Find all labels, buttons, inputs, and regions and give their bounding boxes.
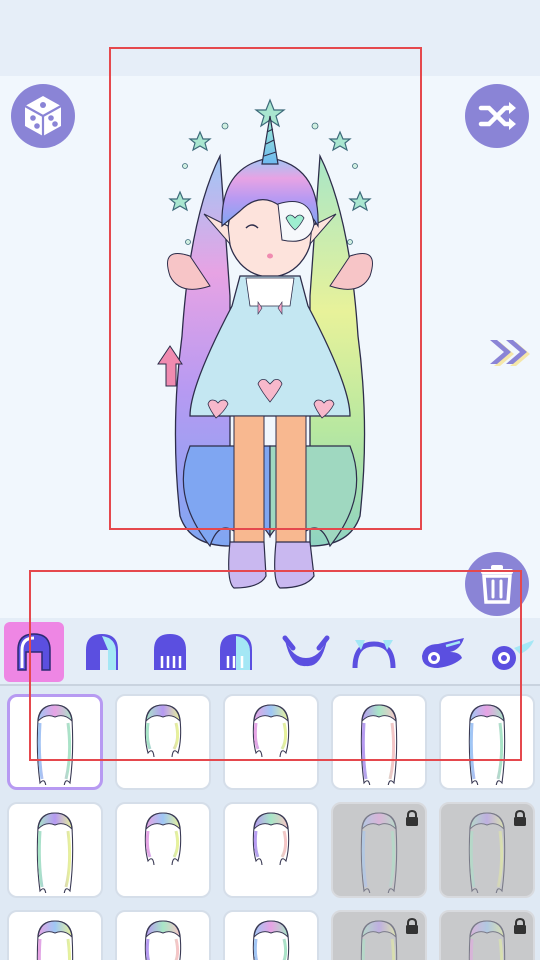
- hairstyle-icon: [360, 920, 398, 960]
- hairstyle-item[interactable]: [7, 910, 103, 960]
- tab-hair-bangs[interactable]: [140, 622, 200, 682]
- hairstyle-icon: [144, 704, 182, 758]
- hairstyle-icon: [36, 812, 74, 893]
- character-avatar: [157, 98, 373, 589]
- headband-icon: [352, 640, 396, 669]
- tab-hair-back[interactable]: [72, 622, 132, 682]
- hairstyle-item[interactable]: [115, 694, 211, 790]
- lock-icon: [406, 810, 418, 826]
- hairstyle-item[interactable]: [223, 802, 319, 898]
- trash-icon: [465, 552, 529, 616]
- horns-icon: [282, 635, 330, 667]
- hairstyle-item[interactable]: [439, 802, 535, 898]
- tab-hair-front[interactable]: [4, 622, 64, 682]
- shuffle-icon: [465, 84, 529, 148]
- hairstyle-icon: [252, 704, 290, 758]
- hairstyle-item[interactable]: [439, 910, 535, 960]
- dice-icon: [11, 84, 75, 148]
- hairstyle-item[interactable]: [7, 694, 103, 790]
- hairstyle-icon: [360, 812, 398, 893]
- top-bar: [0, 0, 540, 76]
- tail-icon: [492, 640, 534, 670]
- shuffle-button[interactable]: [465, 84, 529, 148]
- hairstyle-item[interactable]: [331, 694, 427, 790]
- hairstyle-item[interactable]: [331, 910, 427, 960]
- hairstyle-item[interactable]: [331, 802, 427, 898]
- random-button[interactable]: [11, 84, 75, 148]
- hairstyle-icon: [144, 920, 182, 960]
- lock-icon: [514, 918, 526, 934]
- tab-headband[interactable]: [344, 622, 404, 682]
- wings-icon: [422, 638, 464, 668]
- hairstyle-icon: [252, 812, 290, 866]
- hairstyle-item[interactable]: [7, 802, 103, 898]
- hair-long-icon: [220, 634, 252, 670]
- lock-icon: [514, 810, 526, 826]
- hairstyle-item[interactable]: [115, 802, 211, 898]
- hairstyle-icon: [252, 920, 290, 960]
- double-chevron-right-icon: [490, 340, 530, 366]
- hairstyle-icon: [468, 920, 506, 960]
- hairstyle-icon: [36, 920, 74, 960]
- hairstyle-icon: [360, 704, 398, 785]
- hair-back-icon: [86, 634, 118, 670]
- hairstyle-item[interactable]: [223, 910, 319, 960]
- tab-tail[interactable]: [482, 622, 540, 682]
- tab-hair-long[interactable]: [206, 622, 266, 682]
- tab-horns[interactable]: [276, 622, 336, 682]
- hairstyle-icon: [468, 812, 506, 893]
- hairstyle-icon: [36, 704, 74, 785]
- hairstyle-icon: [144, 812, 182, 866]
- hairstyle-item[interactable]: [439, 694, 535, 790]
- tab-wings[interactable]: [412, 622, 472, 682]
- lock-icon: [406, 918, 418, 934]
- hairstyle-item[interactable]: [223, 694, 319, 790]
- hair-bangs-icon: [154, 634, 186, 670]
- hairstyle-item[interactable]: [115, 910, 211, 960]
- delete-button[interactable]: [465, 552, 529, 616]
- hair-front-icon: [17, 633, 51, 671]
- hairstyle-icon: [468, 704, 506, 785]
- next-button[interactable]: [486, 334, 534, 370]
- category-tab-bar: [0, 618, 540, 686]
